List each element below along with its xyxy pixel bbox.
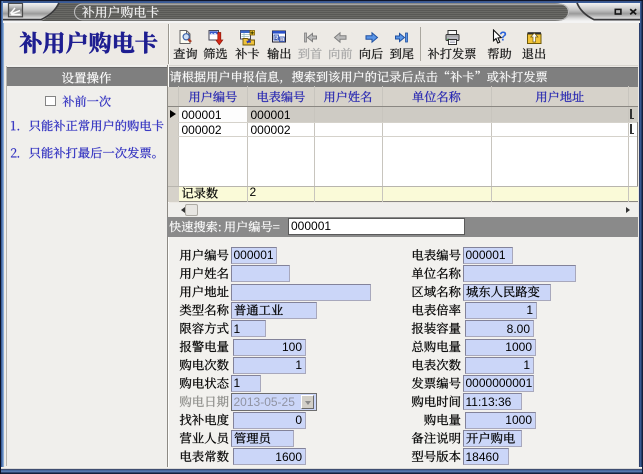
svg-text:B: B [280,37,283,42]
svg-text:B: B [274,35,277,40]
svg-text:12: 12 [210,33,216,39]
